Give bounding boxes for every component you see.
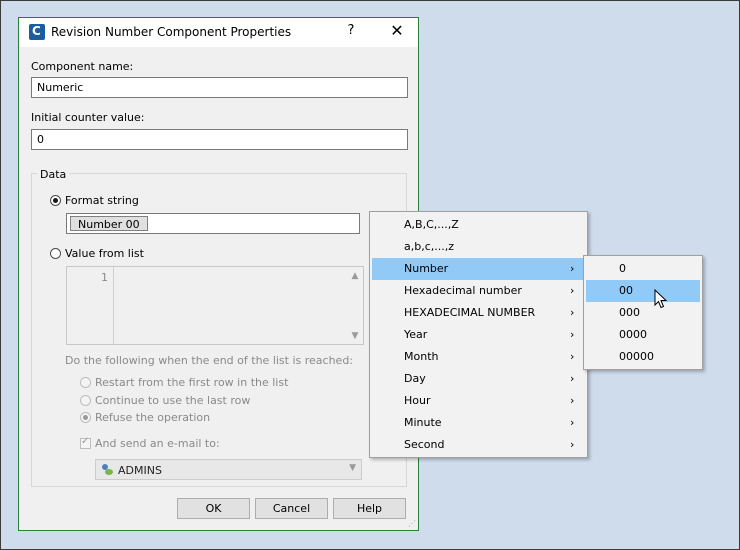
component-name-label: Component name: xyxy=(31,60,134,73)
menu-item-uppercase-letters[interactable]: A,B,C,...,Z xyxy=(372,214,585,236)
menu-item-hex-upper[interactable]: HEXADECIMAL NUMBER › xyxy=(372,302,585,324)
chevron-right-icon: › xyxy=(570,262,575,275)
resize-grip-icon[interactable]: ⋰ xyxy=(408,519,416,528)
chevron-right-icon: › xyxy=(570,416,575,429)
menu-item-label: Hexadecimal number xyxy=(404,284,522,297)
menu-item-label: HEXADECIMAL NUMBER xyxy=(404,306,536,319)
submenu-item-label: 00 xyxy=(619,284,633,297)
initial-counter-label: Initial counter value: xyxy=(31,111,145,124)
line-number: 1 xyxy=(101,271,108,284)
submenu-item-000[interactable]: 000 xyxy=(586,302,700,324)
continue-option-label[interactable]: Continue to use the last row xyxy=(95,394,250,407)
chevron-right-icon: › xyxy=(570,438,575,451)
scroll-up-icon[interactable]: ▲ xyxy=(349,271,361,281)
end-of-list-label: Do the following when the end of the lis… xyxy=(65,354,354,367)
submenu-item-00000[interactable]: 00000 xyxy=(586,346,700,368)
menu-item-label: Second xyxy=(404,438,445,451)
send-email-label[interactable]: And send an e-mail to: xyxy=(95,437,220,450)
menu-item-lowercase-letters[interactable]: a,b,c,...,z xyxy=(372,236,585,258)
continue-option-radio[interactable] xyxy=(80,395,91,406)
menu-item-hour[interactable]: Hour › xyxy=(372,390,585,412)
chevron-right-icon: › xyxy=(570,394,575,407)
help-icon[interactable]: ? xyxy=(345,23,357,38)
ok-button[interactable]: OK xyxy=(177,498,250,519)
menu-item-hex-lower[interactable]: Hexadecimal number › xyxy=(372,280,585,302)
format-string-field[interactable]: Number 00 xyxy=(66,213,360,234)
email-recipient-value: ADMINS xyxy=(118,464,162,477)
number-submenu: 0 00 000 0000 00000 xyxy=(583,255,703,370)
submenu-item-0000[interactable]: 0000 xyxy=(586,324,700,346)
cancel-button[interactable]: Cancel xyxy=(255,498,328,519)
list-editor[interactable]: 1 ▲ ▼ xyxy=(66,266,364,345)
format-string-radio[interactable] xyxy=(50,195,61,206)
title-bar[interactable]: Revision Number Component Properties ? ✕ xyxy=(19,18,418,47)
menu-item-label: A,B,C,...,Z xyxy=(404,218,459,231)
initial-counter-input[interactable]: 0 xyxy=(31,129,408,150)
value-from-list-radio[interactable] xyxy=(50,248,61,259)
restart-option-label[interactable]: Restart from the first row in the list xyxy=(95,376,288,389)
data-group-title: Data xyxy=(37,168,70,181)
format-string-label[interactable]: Format string xyxy=(65,194,139,207)
menu-item-year[interactable]: Year › xyxy=(372,324,585,346)
menu-item-label: a,b,c,...,z xyxy=(404,240,455,253)
refuse-option-label[interactable]: Refuse the operation xyxy=(95,411,210,424)
menu-item-label: Number xyxy=(404,262,449,275)
mouse-pointer-icon xyxy=(654,289,668,309)
menu-item-label: Minute xyxy=(404,416,442,429)
submenu-item-label: 0000 xyxy=(619,328,647,341)
chevron-right-icon: › xyxy=(570,284,575,297)
properties-dialog: Revision Number Component Properties ? ✕… xyxy=(18,17,419,531)
component-name-input[interactable]: Numeric xyxy=(31,77,408,98)
submenu-item-00[interactable]: 00 xyxy=(586,280,700,302)
line-gutter: 1 xyxy=(67,267,114,344)
chevron-right-icon: › xyxy=(570,306,575,319)
menu-item-label: Month xyxy=(404,350,439,363)
menu-item-number[interactable]: Number › xyxy=(372,258,585,280)
menu-item-month[interactable]: Month › xyxy=(372,346,585,368)
menu-item-second[interactable]: Second › xyxy=(372,434,585,456)
submenu-item-label: 0 xyxy=(619,262,626,275)
restart-option-radio[interactable] xyxy=(80,377,91,388)
format-token[interactable]: Number 00 xyxy=(70,216,148,231)
help-button[interactable]: Help xyxy=(333,498,406,519)
format-context-menu: A,B,C,...,Z a,b,c,...,z Number › Hexadec… xyxy=(369,211,588,458)
dialog-title: Revision Number Component Properties xyxy=(51,25,292,39)
value-from-list-label[interactable]: Value from list xyxy=(65,247,144,260)
menu-item-day[interactable]: Day › xyxy=(372,368,585,390)
email-recipient-select[interactable]: ADMINS ▼ xyxy=(95,459,362,480)
close-icon[interactable]: ✕ xyxy=(389,21,405,40)
chevron-right-icon: › xyxy=(570,350,575,363)
submenu-item-label: 000 xyxy=(619,306,640,319)
scroll-down-icon[interactable]: ▼ xyxy=(349,331,361,341)
menu-item-label: Year xyxy=(404,328,428,341)
chevron-right-icon: › xyxy=(570,372,575,385)
send-email-checkbox[interactable] xyxy=(80,436,91,449)
app-icon xyxy=(29,24,45,40)
submenu-item-0[interactable]: 0 xyxy=(586,258,700,280)
menu-item-label: Day xyxy=(404,372,426,385)
menu-item-minute[interactable]: Minute › xyxy=(372,412,585,434)
chevron-right-icon: › xyxy=(570,328,575,341)
chevron-down-icon[interactable]: ▼ xyxy=(349,463,356,473)
submenu-item-label: 00000 xyxy=(619,350,654,363)
menu-item-label: Hour xyxy=(404,394,431,407)
refuse-option-radio[interactable] xyxy=(80,412,91,423)
group-icon xyxy=(101,464,113,476)
